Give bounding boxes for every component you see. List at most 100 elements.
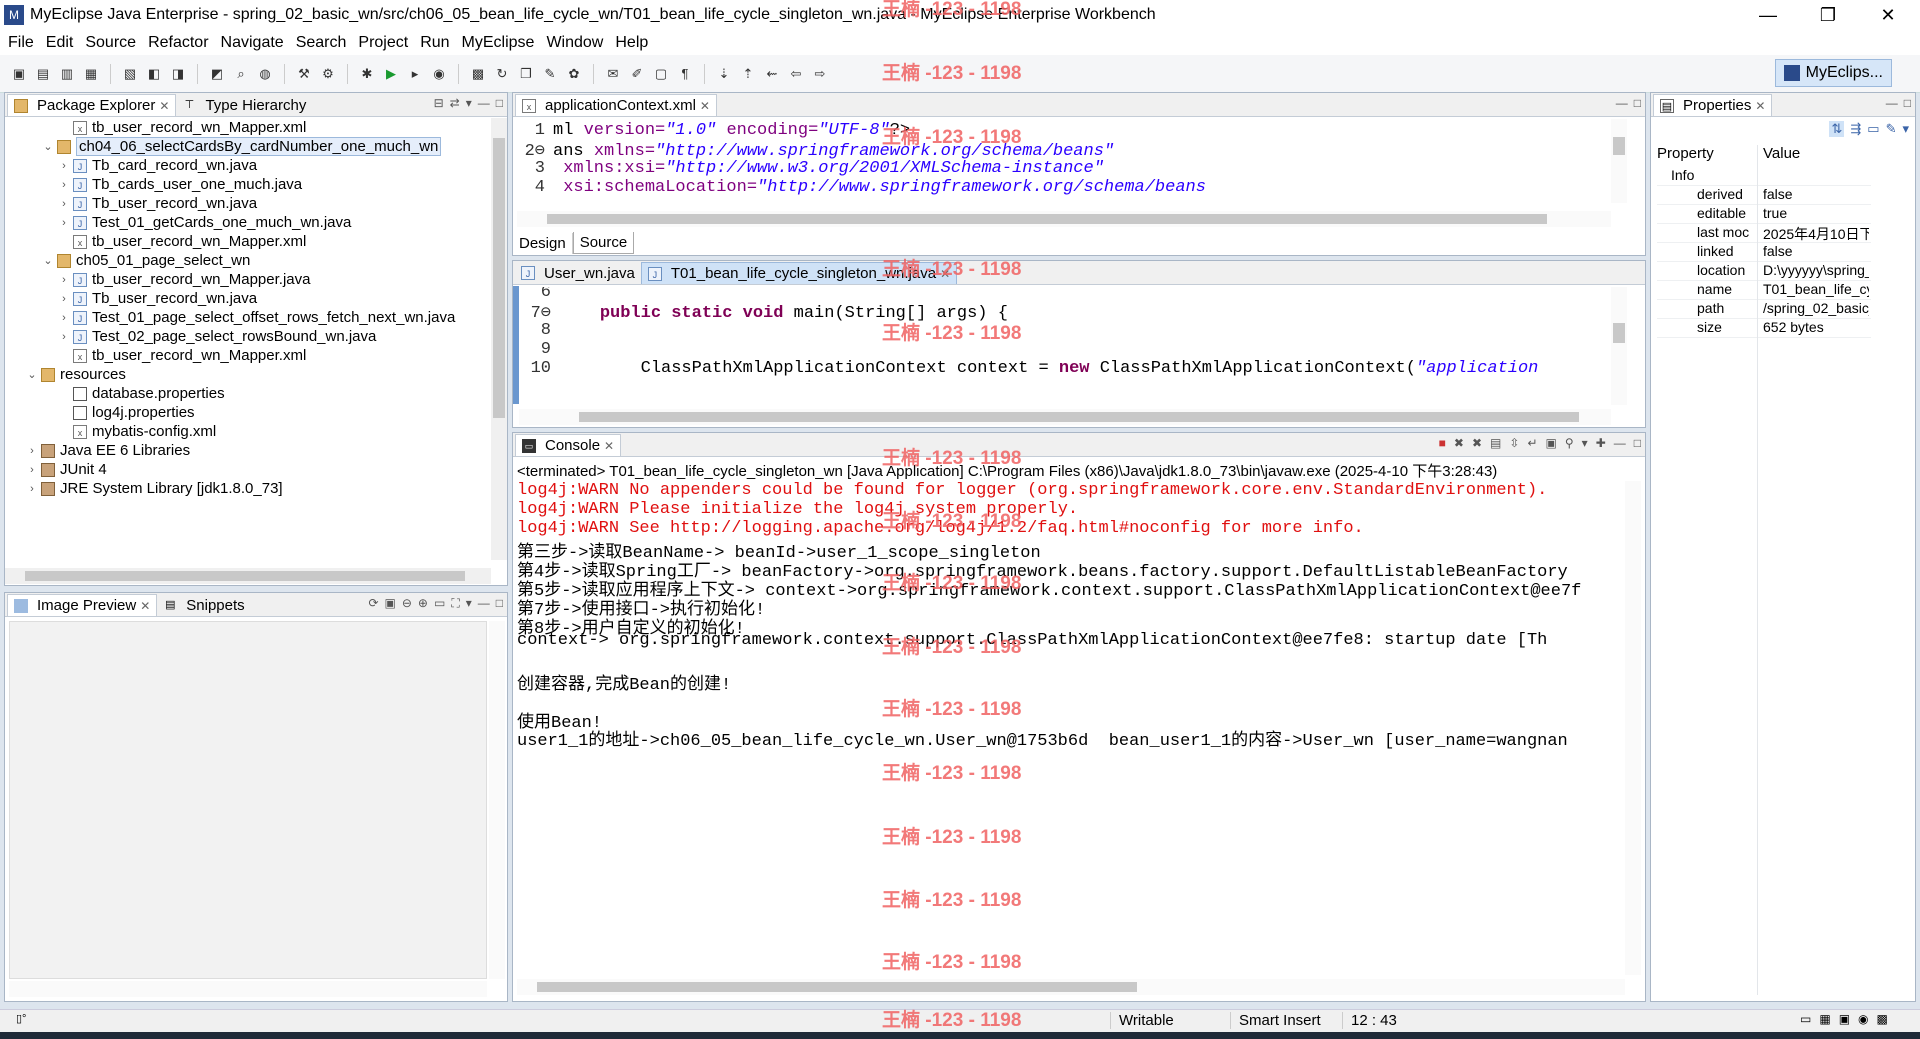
clear-console-icon[interactable]: ▤ bbox=[1490, 436, 1501, 450]
property-row[interactable]: name T01_bean_life_cyc... bbox=[1657, 281, 1871, 300]
zoom-out-icon[interactable]: ⊖ bbox=[402, 596, 412, 611]
tab-console[interactable]: ▭ Console ✕ bbox=[515, 434, 622, 456]
maximize-button[interactable]: ❐ bbox=[1800, 0, 1856, 30]
restore-default-icon[interactable]: ▭ bbox=[1867, 121, 1879, 137]
zoom-in-icon[interactable]: ⊕ bbox=[418, 596, 428, 611]
java-code-area[interactable]: 6 7⊖ public static void main(String[] arg… bbox=[519, 287, 1609, 405]
xml-code-area[interactable]: 1 ml version="1.0" encoding="UTF-8"?> 2⊖ an… bbox=[513, 119, 1611, 197]
collapse-all-icon[interactable]: ⊟ bbox=[434, 96, 444, 110]
scroll-lock-icon[interactable]: ⇳ bbox=[1509, 436, 1519, 450]
external-tools-icon[interactable]: ⚙ bbox=[319, 65, 337, 83]
run-icon[interactable]: ▶ bbox=[382, 65, 400, 83]
display-console-icon[interactable]: ▾ bbox=[1582, 436, 1588, 450]
expand-chevron-icon[interactable]: ⌄ bbox=[41, 254, 55, 267]
tree-vertical-scrollbar[interactable] bbox=[491, 118, 507, 560]
maximize-icon[interactable]: □ bbox=[496, 596, 503, 611]
console-horizontal-scrollbar[interactable] bbox=[517, 979, 1625, 995]
new-server-icon[interactable]: ▧ bbox=[121, 65, 139, 83]
close-button[interactable]: ✕ bbox=[1860, 0, 1916, 30]
maximize-icon[interactable]: □ bbox=[1904, 96, 1911, 110]
word-wrap-icon[interactable]: ↵ bbox=[1527, 436, 1537, 450]
remove-launch-icon[interactable]: ✖ bbox=[1454, 436, 1464, 450]
property-row[interactable]: derived false bbox=[1657, 186, 1871, 205]
view-menu-icon[interactable]: ▾ bbox=[466, 596, 472, 611]
new-icon[interactable]: ▣ bbox=[10, 65, 28, 83]
property-row[interactable]: location D:\yyyyyy\spring_... bbox=[1657, 262, 1871, 281]
expand-chevron-icon[interactable]: › bbox=[57, 160, 71, 172]
tree-item[interactable]: › J Tb_user_record_wn.java bbox=[5, 194, 257, 213]
tray-icon[interactable]: ▦ bbox=[1819, 1012, 1830, 1026]
print-icon[interactable]: ▦ bbox=[82, 65, 100, 83]
menu-file[interactable]: File bbox=[8, 34, 34, 52]
maximize-icon[interactable]: □ bbox=[496, 96, 503, 110]
minimize-icon[interactable]: — bbox=[478, 596, 490, 611]
tray-icon[interactable]: ▩ bbox=[1877, 1012, 1888, 1026]
tree-item[interactable]: › J Tb_cards_user_one_much.java bbox=[5, 175, 302, 194]
next-annotation-icon[interactable]: ⇣ bbox=[715, 65, 733, 83]
tree-item[interactable]: › J Tb_card_record_wn.java bbox=[5, 156, 257, 175]
filter-icon[interactable]: ⇶ bbox=[1850, 121, 1861, 137]
xml-horizontal-scrollbar[interactable] bbox=[517, 211, 1611, 227]
tree-item[interactable]: x mybatis-config.xml bbox=[5, 422, 216, 441]
save-icon[interactable]: ▤ bbox=[34, 65, 52, 83]
fit-icon[interactable]: ▣ bbox=[385, 596, 396, 611]
tree-item[interactable]: x tb_user_record_wn_Mapper.xml bbox=[5, 346, 306, 365]
view-menu-icon[interactable]: ▾ bbox=[466, 96, 472, 110]
tray-icon[interactable]: ▣ bbox=[1839, 1012, 1850, 1026]
forward-icon[interactable]: ⇨ bbox=[811, 65, 829, 83]
expand-chevron-icon[interactable]: › bbox=[57, 217, 71, 229]
categories-icon[interactable]: ⇅ bbox=[1829, 121, 1845, 137]
close-icon[interactable]: ✕ bbox=[140, 599, 150, 613]
scroll-thumb[interactable] bbox=[579, 412, 1579, 422]
tree-item[interactable]: database.properties bbox=[5, 384, 225, 403]
tree-item[interactable]: log4j.properties bbox=[5, 403, 195, 422]
tree-item[interactable]: › J Tb_user_record_wn.java bbox=[5, 289, 257, 308]
console-output[interactable]: log4j:WARN No appenders could be found f… bbox=[513, 481, 1623, 971]
tab-image-preview[interactable]: Image Preview ✕ bbox=[7, 594, 158, 616]
scroll-thumb[interactable] bbox=[537, 982, 1137, 992]
minimize-button[interactable]: — bbox=[1740, 0, 1796, 30]
maximize-icon[interactable]: □ bbox=[1634, 436, 1641, 450]
tab-properties[interactable]: ▤ Properties ✕ bbox=[1653, 94, 1773, 116]
scroll-thumb[interactable] bbox=[25, 571, 465, 581]
expand-chevron-icon[interactable]: › bbox=[57, 312, 71, 324]
menu-project[interactable]: Project bbox=[358, 34, 408, 52]
property-row[interactable]: last moc 2025年4月10日下... bbox=[1657, 224, 1871, 243]
expand-chevron-icon[interactable]: › bbox=[57, 179, 71, 191]
expand-chevron-icon[interactable]: ⌄ bbox=[25, 368, 39, 381]
tray-icon[interactable]: ▭ bbox=[1800, 1012, 1811, 1026]
server-icon[interactable]: ▩ bbox=[469, 65, 487, 83]
expand-chevron-icon[interactable]: › bbox=[57, 274, 71, 286]
expand-chevron-icon[interactable]: › bbox=[25, 445, 39, 457]
tab-package-explorer[interactable]: Package Explorer ✕ bbox=[7, 94, 177, 116]
open-folder-icon[interactable]: ❐ bbox=[517, 65, 535, 83]
menu-refactor[interactable]: Refactor bbox=[148, 34, 208, 52]
close-icon[interactable]: ✕ bbox=[700, 99, 710, 113]
xml-vertical-scrollbar[interactable] bbox=[1611, 119, 1627, 203]
expand-chevron-icon[interactable]: ⌄ bbox=[41, 140, 55, 153]
menu-myeclipse[interactable]: MyEclipse bbox=[462, 34, 535, 52]
show-whitespace-icon[interactable]: ¶ bbox=[676, 65, 694, 83]
tab-t01-bean-life-cycle[interactable]: J T01_bean_life_cycle_singleton_wn.java … bbox=[640, 262, 958, 284]
browse-icon[interactable]: ◨ bbox=[169, 65, 187, 83]
run-config-icon[interactable]: ▸ bbox=[406, 65, 424, 83]
property-row[interactable]: size 652 bytes bbox=[1657, 319, 1871, 338]
java-vertical-scrollbar[interactable] bbox=[1611, 287, 1627, 405]
tree-item[interactable]: › JRE System Library [jdk1.8.0_73] bbox=[5, 479, 282, 498]
minimize-icon[interactable]: — bbox=[1886, 96, 1898, 110]
tree-item[interactable]: › J Test_01_page_select_offset_rows_fetch_… bbox=[5, 308, 455, 327]
scroll-thumb[interactable] bbox=[547, 214, 1547, 224]
maximize-icon[interactable]: □ bbox=[1634, 96, 1641, 110]
minimize-icon[interactable]: — bbox=[478, 96, 490, 110]
scroll-thumb[interactable] bbox=[1613, 323, 1625, 343]
minimize-icon[interactable]: — bbox=[1616, 96, 1628, 110]
expand-chevron-icon[interactable]: › bbox=[57, 293, 71, 305]
link-editor-icon[interactable]: ⇄ bbox=[450, 96, 460, 110]
minimize-icon[interactable]: — bbox=[1614, 436, 1626, 450]
refresh-icon[interactable]: ⟳ bbox=[368, 596, 378, 611]
preview-horizontal-scrollbar[interactable] bbox=[9, 981, 487, 997]
tree-item[interactable]: › J Test_01_getCards_one_much_wn.java bbox=[5, 213, 351, 232]
close-icon[interactable]: ✕ bbox=[940, 267, 950, 281]
scroll-thumb[interactable] bbox=[493, 138, 505, 418]
menu-help[interactable]: Help bbox=[615, 34, 648, 52]
